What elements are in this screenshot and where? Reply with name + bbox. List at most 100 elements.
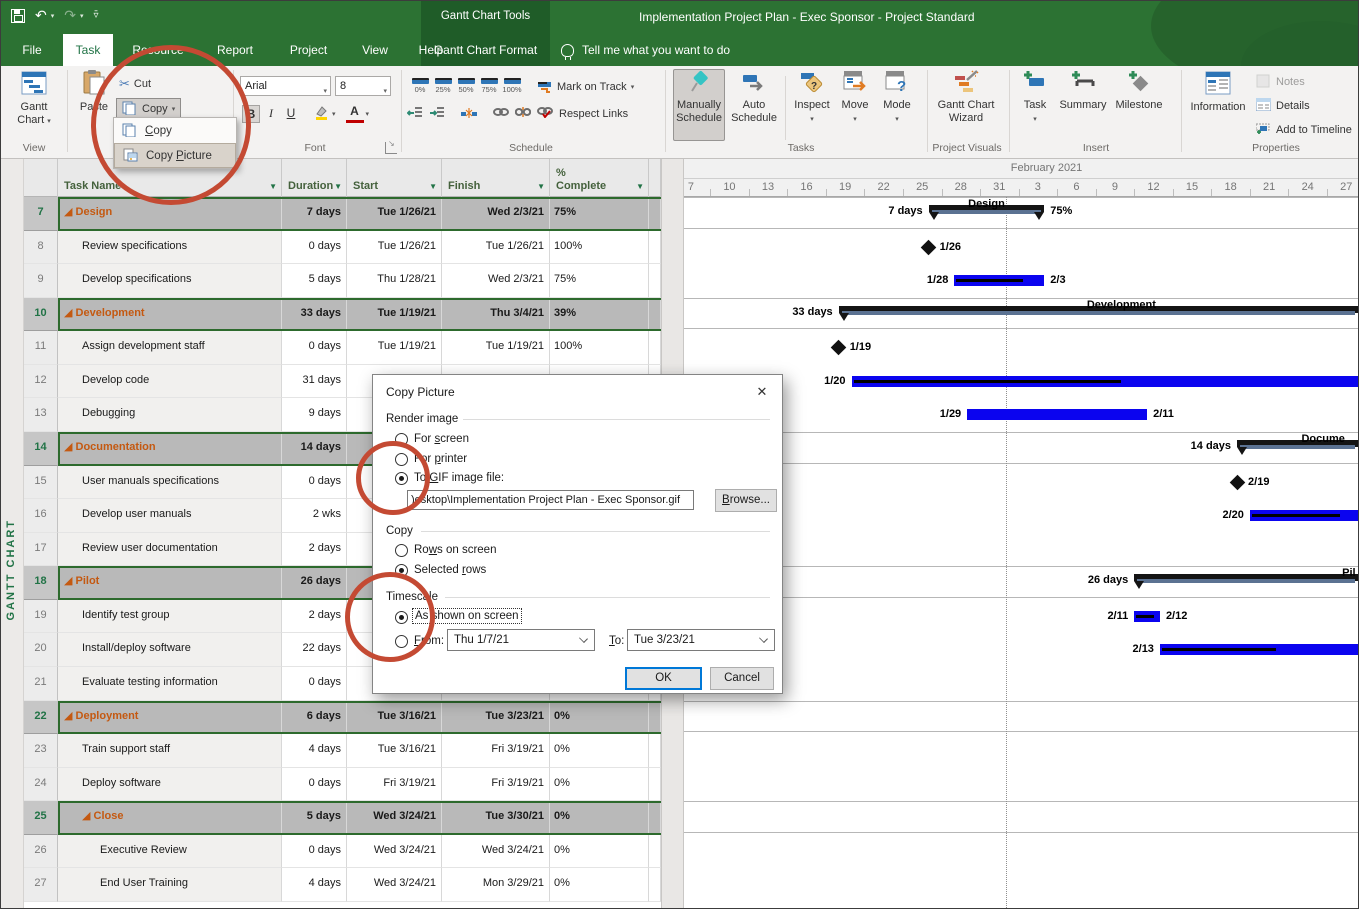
duration-cell[interactable]: 26 days <box>282 566 347 600</box>
task-name-cell[interactable]: Debugging <box>58 398 282 432</box>
italic-button[interactable]: I <box>262 105 280 123</box>
pct-complete-cell[interactable]: 0% <box>550 801 649 835</box>
from-date-combo[interactable]: Thu 1/7/21 <box>447 629 595 651</box>
task-row[interactable]: 11Assign development staff0 daysTue 1/19… <box>24 331 661 365</box>
radio-for-screen-label[interactable]: For screen <box>414 433 469 445</box>
task-name-cell[interactable]: Executive Review <box>58 835 282 869</box>
radio-for-printer-label[interactable]: For printer <box>414 453 467 465</box>
task-name-cell[interactable]: End User Training <box>58 868 282 902</box>
copy-button[interactable]: Copy ▾ <box>116 98 181 119</box>
browse-button[interactable]: Browse... <box>715 489 777 512</box>
finish-cell[interactable]: Tue 1/26/21 <box>442 231 550 265</box>
gantt-chart-view-button[interactable]: Gantt Chart ▾ <box>6 69 62 141</box>
pct-complete-cell[interactable]: 0% <box>550 701 649 735</box>
filter-arrow-icon[interactable]: ▼ <box>429 182 437 191</box>
cancel-button[interactable]: Cancel <box>710 667 774 690</box>
finish-cell[interactable]: Mon 3/29/21 <box>442 868 550 902</box>
finish-cell[interactable]: Fri 3/19/21 <box>442 734 550 768</box>
pct-complete-cell[interactable]: 0% <box>550 768 649 802</box>
duration-cell[interactable]: 2 wks <box>282 499 347 533</box>
customize-qat-icon[interactable]: ▿̄ <box>94 10 99 21</box>
percent-complete-50-button[interactable]: 50% <box>455 76 477 98</box>
radio-to-gif[interactable] <box>395 472 408 485</box>
add-to-timeline-button[interactable]: Add to Timeline <box>1256 120 1352 140</box>
insert-task-button[interactable]: Task▾ <box>1015 69 1055 141</box>
task-name-cell[interactable]: ◢ Documentation <box>58 432 282 466</box>
task-row[interactable]: 9Develop specifications5 daysThu 1/28/21… <box>24 264 661 298</box>
menu-item-copy-picture[interactable]: Copy Picture <box>114 143 236 168</box>
column-header-finish[interactable]: Finish▼ <box>442 159 550 197</box>
duration-cell[interactable]: 2 days <box>282 533 347 567</box>
radio-rows-on-screen[interactable] <box>395 544 408 557</box>
task-name-cell[interactable]: Develop specifications <box>58 264 282 298</box>
radio-for-screen[interactable] <box>395 433 408 446</box>
duration-cell[interactable]: 0 days <box>282 466 347 500</box>
filter-arrow-icon[interactable]: ▼ <box>537 182 545 191</box>
pct-complete-cell[interactable]: 0% <box>550 734 649 768</box>
task-bar[interactable] <box>852 376 1358 387</box>
finish-cell[interactable]: Tue 3/23/21 <box>442 701 550 735</box>
task-bar[interactable] <box>1250 510 1358 521</box>
task-name-cell[interactable]: Assign development staff <box>58 331 282 365</box>
finish-cell[interactable]: Tue 3/30/21 <box>442 801 550 835</box>
duration-cell[interactable]: 7 days <box>282 197 347 231</box>
respect-links-label[interactable]: Respect Links <box>559 108 628 120</box>
information-button[interactable]: Information <box>1189 69 1247 141</box>
radio-as-shown[interactable] <box>395 611 408 624</box>
duration-cell[interactable]: 0 days <box>282 667 347 701</box>
pct-complete-cell[interactable]: 100% <box>550 331 649 365</box>
font-dialog-launcher[interactable] <box>385 142 397 154</box>
task-bar[interactable] <box>954 275 1044 286</box>
gantt-chart-wizard-button[interactable]: Gantt Chart Wizard <box>934 69 998 141</box>
start-cell[interactable]: Tue 1/26/21 <box>347 197 442 231</box>
duration-cell[interactable]: 9 days <box>282 398 347 432</box>
task-name-cell[interactable]: Develop user manuals <box>58 499 282 533</box>
filter-arrow-icon[interactable]: ▼ <box>334 182 342 191</box>
task-name-cell[interactable]: Evaluate testing information <box>58 667 282 701</box>
undo-button[interactable]: ↶ <box>35 7 47 24</box>
duration-cell[interactable]: 0 days <box>282 835 347 869</box>
background-color-button[interactable] <box>312 105 330 123</box>
duration-cell[interactable]: 0 days <box>282 768 347 802</box>
task-bar[interactable] <box>967 409 1147 420</box>
tab-report[interactable]: Report <box>203 34 267 66</box>
radio-selected-rows[interactable] <box>395 564 408 577</box>
task-name-cell[interactable]: Install/deploy software <box>58 633 282 667</box>
duration-cell[interactable]: 5 days <box>282 801 347 835</box>
start-cell[interactable]: Tue 1/19/21 <box>347 298 442 332</box>
filter-arrow-icon[interactable]: ▼ <box>269 182 277 191</box>
task-name-cell[interactable]: Develop code <box>58 365 282 399</box>
percent-complete-25-button[interactable]: 25% <box>432 76 454 98</box>
duration-cell[interactable]: 6 days <box>282 701 347 735</box>
duration-cell[interactable]: 0 days <box>282 331 347 365</box>
tab-resource[interactable]: Resource <box>119 34 197 66</box>
filter-arrow-icon[interactable]: ▼ <box>636 182 644 191</box>
unlink-tasks-icon[interactable] <box>515 106 531 122</box>
task-row[interactable]: 8Review specifications0 daysTue 1/26/21T… <box>24 231 661 265</box>
to-date-combo[interactable]: Tue 3/23/21 <box>627 629 775 651</box>
font-name-combo[interactable]: Arial▾ <box>240 76 331 96</box>
summary-task-row[interactable]: 22◢ Deployment6 daysTue 3/16/21Tue 3/23/… <box>24 701 661 735</box>
link-tasks-icon[interactable] <box>493 106 509 122</box>
pct-complete-cell[interactable]: 0% <box>550 868 649 902</box>
start-cell[interactable]: Tue 3/16/21 <box>347 734 442 768</box>
details-button[interactable]: Details <box>1256 96 1310 116</box>
tab-task[interactable]: Task <box>63 34 113 66</box>
column-header-start[interactable]: Start▼ <box>347 159 442 197</box>
background-color-dropdown-icon[interactable]: ▾ <box>332 110 336 118</box>
radio-as-shown-label[interactable]: As shown on screen <box>413 609 521 623</box>
tellme-box[interactable]: Tell me what you want to do <box>561 34 730 66</box>
tab-gantt-chart-format[interactable]: Gantt Chart Format <box>421 34 550 66</box>
column-header-pct-complete[interactable]: %Complete▼ <box>550 159 649 197</box>
task-row[interactable]: 24Deploy software0 daysFri 3/19/21Fri 3/… <box>24 768 661 802</box>
finish-cell[interactable]: Wed 2/3/21 <box>442 264 550 298</box>
tab-view[interactable]: View <box>350 34 400 66</box>
summary-task-row[interactable]: 7◢ Design7 daysTue 1/26/21Wed 2/3/2175% <box>24 197 661 231</box>
respect-links-icon[interactable] <box>537 106 553 122</box>
summary-task-row[interactable]: 10◢ Development33 daysTue 1/19/21Thu 3/4… <box>24 298 661 332</box>
finish-cell[interactable]: Tue 1/19/21 <box>442 331 550 365</box>
redo-dropdown-icon[interactable]: ▾ <box>80 12 84 20</box>
pct-complete-cell[interactable]: 0% <box>550 835 649 869</box>
finish-cell[interactable]: Fri 3/19/21 <box>442 768 550 802</box>
pct-complete-cell[interactable]: 75% <box>550 264 649 298</box>
